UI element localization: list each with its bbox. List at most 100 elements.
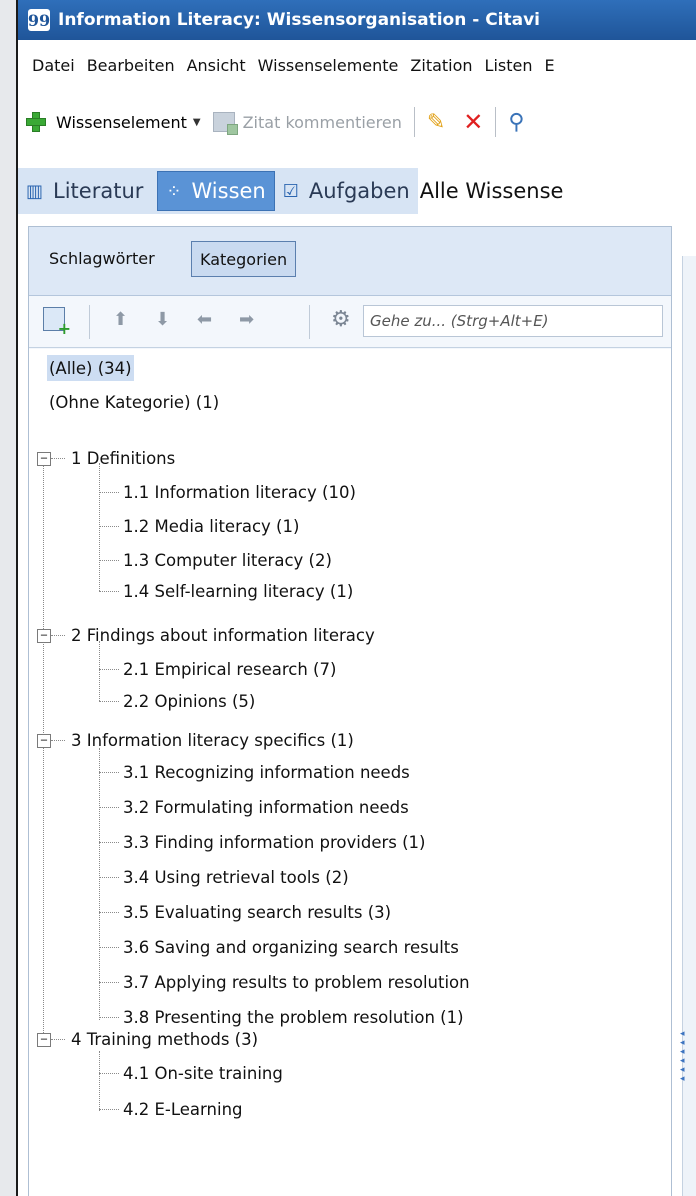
delete-icon[interactable]: ✕ [463, 108, 483, 136]
menu-knowledge-items[interactable]: Wissenselemente [258, 56, 399, 75]
tree-group-training[interactable]: 4 Training methods (3) [71, 1026, 258, 1052]
nav-tasks[interactable]: ☑ Aufgaben [275, 172, 418, 210]
tree-connector [99, 982, 119, 983]
knowledge-nodes-icon: ⁘ [166, 180, 182, 202]
menu-citation[interactable]: Zitation [410, 56, 472, 75]
tree-group-findings[interactable]: 2 Findings about information literacy [71, 622, 375, 648]
all-knowledge-items-label: Alle Wissense [419, 179, 564, 203]
toolbar-separator [89, 305, 90, 339]
tree-item[interactable]: 1.3 Computer literacy (2) [123, 547, 332, 573]
tree-item[interactable]: 2.2 Opinions (5) [123, 688, 255, 714]
tree-group-definitions[interactable]: 1 Definitions [71, 445, 175, 471]
collapse-toggle-icon[interactable]: − [37, 734, 51, 748]
tree-connector [99, 947, 119, 948]
category-panel: Schlagwörter Kategorien ⬆ ⬇ ⬅ ➡ ⚙ (Alle)… [28, 226, 672, 1196]
tree-connector [99, 591, 119, 592]
nav-tasks-label: Aufgaben [308, 179, 410, 203]
tree-item[interactable]: 3.2 Formulating information needs [123, 794, 409, 820]
menu-file[interactable]: Datei [32, 56, 75, 75]
tree-connector [99, 641, 100, 701]
tree-item[interactable]: 2.1 Empirical research (7) [123, 656, 336, 682]
toolbar: Wissenselement ▼ Zitat kommentieren ✎ ✕ … [18, 102, 696, 142]
dropdown-arrow-icon[interactable]: ▼ [193, 117, 201, 128]
citavi-logo-icon: 99 [27, 9, 51, 31]
tree-connector [99, 701, 119, 702]
tree-connector [99, 1051, 100, 1111]
tree-item[interactable]: 1.1 Information literacy (10) [123, 479, 356, 505]
tree-connector [51, 1039, 65, 1040]
tree-connector [99, 1073, 119, 1074]
nav-knowledge[interactable]: ⁘ Wissen [157, 171, 275, 211]
tree-connector [99, 526, 119, 527]
tree-connector [43, 458, 44, 1039]
tree-group-specifics[interactable]: 3 Information literacy specifics (1) [71, 727, 354, 753]
tree-connector [99, 877, 119, 878]
tree-connector [99, 492, 119, 493]
toolbar-separator [309, 305, 310, 339]
tree-item[interactable]: 3.6 Saving and organizing search results [123, 934, 459, 960]
comment-citation-icon [212, 112, 238, 135]
books-icon: ▥ [26, 180, 44, 202]
comment-citation-label: Zitat kommentieren [242, 112, 402, 132]
tree-item[interactable]: 3.7 Applying results to problem resoluti… [123, 969, 470, 995]
navigation-bar: ▥ Literatur ⁘ Wissen ☑ Aufgaben Alle Wis… [18, 168, 696, 214]
move-right-icon[interactable]: ➡ [239, 309, 254, 330]
menu-view[interactable]: Ansicht [187, 56, 246, 75]
plus-icon [26, 112, 46, 132]
tree-item-uncategorized[interactable]: (Ohne Kategorie) (1) [49, 389, 219, 415]
move-up-icon[interactable]: ⬆ [113, 309, 128, 330]
toolbar-separator [413, 107, 415, 137]
new-knowledge-item-button[interactable]: Wissenselement ▼ [18, 112, 201, 132]
add-category-icon[interactable] [43, 307, 71, 338]
tree-connector [99, 772, 119, 773]
new-knowledge-item-label: Wissenselement [56, 112, 187, 132]
tree-item[interactable]: 3.4 Using retrieval tools (2) [123, 864, 349, 890]
tree-item[interactable]: 3.5 Evaluating search results (3) [123, 899, 391, 925]
move-left-icon[interactable]: ⬅ [197, 309, 212, 330]
search-icon[interactable]: ⚲ [508, 110, 524, 135]
edit-pencil-icon[interactable]: ✎ [427, 110, 445, 135]
tab-categories-label: Kategorien [200, 249, 288, 269]
nav-knowledge-label: Wissen [191, 179, 266, 203]
tree-connector [99, 748, 100, 1020]
tree-connector [99, 1109, 119, 1110]
move-down-icon[interactable]: ⬇ [155, 309, 170, 330]
nav-literature[interactable]: ▥ Literatur [18, 172, 151, 210]
menu-extras[interactable]: E [545, 56, 555, 75]
pane-splitter-handle[interactable]: ◂ ◂ ◂ ◂ ◂ ◂ [680, 1030, 688, 1090]
tree-item[interactable]: 1.4 Self-learning literacy (1) [123, 578, 353, 604]
title-bar: 99 Information Literacy: Wissensorganisa… [18, 0, 696, 40]
goto-search-input[interactable] [363, 305, 663, 337]
all-knowledge-items-header: Alle Wissense [417, 168, 696, 214]
tab-categories[interactable]: Kategorien [191, 241, 297, 277]
window-title: Information Literacy: Wissensorganisatio… [58, 10, 541, 30]
tree-item[interactable]: 3.1 Recognizing information needs [123, 759, 410, 785]
tab-keywords[interactable]: Schlagwörter [41, 241, 163, 275]
menu-edit[interactable]: Bearbeiten [87, 56, 175, 75]
tree-item[interactable]: 4.2 E-Learning [123, 1096, 243, 1122]
tree-item[interactable]: 3.3 Finding information providers (1) [123, 829, 426, 855]
collapse-toggle-icon[interactable]: − [37, 1033, 51, 1047]
tree-connector [99, 842, 119, 843]
menu-lists[interactable]: Listen [485, 56, 533, 75]
tab-keywords-label: Schlagwörter [49, 248, 155, 268]
tree-connector [99, 807, 119, 808]
menu-bar: Datei Bearbeiten Ansicht Wissenselemente… [18, 50, 696, 80]
toolbar-separator [495, 107, 497, 137]
tree-connector [99, 1017, 119, 1018]
panel-tabs: Schlagwörter Kategorien [29, 227, 671, 296]
tree-toolbar: ⬆ ⬇ ⬅ ➡ ⚙ [29, 297, 671, 348]
collapse-toggle-icon[interactable]: − [37, 629, 51, 643]
collapse-toggle-icon[interactable]: − [37, 452, 51, 466]
gear-icon[interactable]: ⚙ [331, 307, 351, 332]
comment-citation-button[interactable]: Zitat kommentieren [201, 112, 402, 135]
app-window: 99 Information Literacy: Wissensorganisa… [16, 0, 696, 1196]
tree-connector [99, 463, 100, 591]
tree-connector [99, 560, 119, 561]
tree-connector [99, 669, 119, 670]
tree-item[interactable]: 4.1 On-site training [123, 1060, 283, 1086]
tasks-checklist-icon: ☑ [282, 180, 299, 202]
nav-literature-label: Literatur [53, 179, 144, 203]
tree-item[interactable]: 1.2 Media literacy (1) [123, 513, 299, 539]
tree-item-all[interactable]: (Alle) (34) [47, 355, 134, 381]
